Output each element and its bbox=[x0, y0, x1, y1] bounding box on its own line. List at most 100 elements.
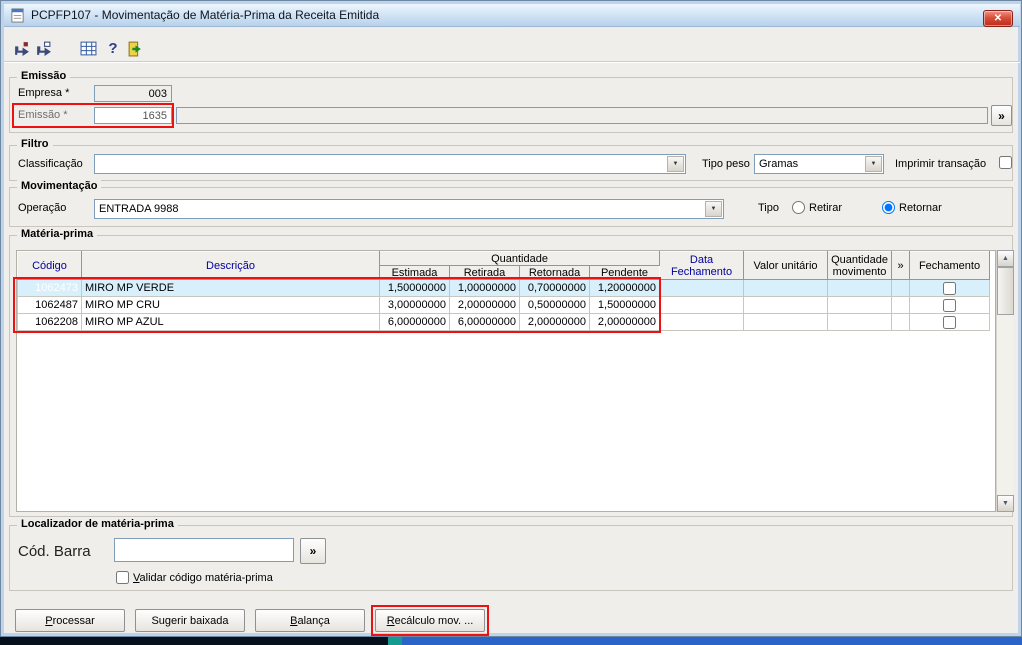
cell-codigo[interactable]: 1062208 bbox=[17, 313, 82, 331]
cell-valor-unitario[interactable] bbox=[743, 313, 829, 331]
cell-quantidade-movimento[interactable] bbox=[827, 296, 893, 314]
cell-codigo[interactable]: 1062473 bbox=[17, 279, 82, 297]
cell-quantidade-movimento[interactable] bbox=[827, 279, 893, 297]
cell-retornada[interactable]: 0,70000000 bbox=[519, 279, 590, 297]
scroll-down-icon[interactable]: ▼ bbox=[997, 495, 1014, 512]
validar-codigo-checkbox[interactable] bbox=[116, 571, 129, 584]
table-row[interactable]: 1062487 MIRO MP CRU 3,00000000 2,0000000… bbox=[17, 296, 991, 314]
cell-retirada[interactable]: 1,00000000 bbox=[449, 279, 520, 297]
operacao-value: ENTRADA 9988 bbox=[99, 203, 179, 215]
cell-retornada[interactable]: 0,50000000 bbox=[519, 296, 590, 314]
table-row[interactable]: 1062208 MIRO MP AZUL 6,00000000 6,000000… bbox=[17, 313, 991, 331]
window-icon[interactable] bbox=[10, 7, 25, 23]
exit-icon[interactable] bbox=[124, 37, 146, 59]
cell-valor-unitario[interactable] bbox=[743, 296, 829, 314]
grid-vertical-scrollbar[interactable]: ▲ ▼ bbox=[996, 250, 1014, 512]
grid-icon[interactable] bbox=[77, 37, 99, 59]
col-data-fechamento[interactable]: Data Fechamento bbox=[659, 251, 745, 280]
col-group-quantidade: Quantidade bbox=[378, 251, 661, 266]
empresa-label: Empresa * bbox=[18, 87, 70, 99]
cell-data-fechamento[interactable] bbox=[659, 313, 745, 331]
operacao-label: Operação bbox=[18, 202, 67, 214]
group-movimentacao-legend: Movimentação bbox=[17, 180, 102, 192]
radio-retirar[interactable] bbox=[792, 201, 805, 214]
validar-codigo-label[interactable]: Validar código matéria-prima bbox=[133, 572, 273, 584]
cell-pendente[interactable]: 2,00000000 bbox=[588, 313, 661, 331]
imprimir-transacao-checkbox[interactable] bbox=[999, 156, 1012, 169]
fechamento-checkbox[interactable] bbox=[943, 281, 957, 295]
tipo-peso-combobox[interactable]: Gramas ▼ bbox=[754, 154, 884, 174]
cell-retornada[interactable]: 2,00000000 bbox=[519, 313, 590, 331]
confirm-icon[interactable] bbox=[10, 37, 32, 59]
help-icon[interactable]: ? bbox=[102, 37, 124, 59]
sugerir-baixada-button[interactable]: Sugerir baixada bbox=[135, 609, 245, 632]
scrollbar-thumb[interactable] bbox=[997, 267, 1014, 315]
cell-descricao[interactable]: MIRO MP VERDE bbox=[81, 279, 380, 297]
table-row[interactable]: 1062473 MIRO MP VERDE 1,50000000 1,00000… bbox=[17, 279, 991, 297]
cell-expand[interactable] bbox=[891, 279, 911, 297]
group-movimentacao: Movimentação Operação ENTRADA 9988 ▼ Tip… bbox=[9, 180, 1013, 227]
col-codigo[interactable]: Código bbox=[17, 251, 82, 280]
emissao-descricao-field[interactable] bbox=[176, 107, 988, 124]
cell-data-fechamento[interactable] bbox=[659, 296, 745, 314]
col-expand[interactable]: » bbox=[891, 251, 911, 280]
window-title: PCPFP107 - Movimentação de Matéria-Prima… bbox=[31, 8, 380, 22]
group-materia-prima-legend: Matéria-prima bbox=[17, 228, 98, 240]
cod-barra-lookup-button[interactable]: » bbox=[300, 538, 326, 564]
close-button[interactable]: ✕ bbox=[983, 10, 1013, 27]
chevron-down-icon[interactable]: ▼ bbox=[865, 156, 882, 172]
tipo-peso-value: Gramas bbox=[759, 158, 799, 170]
cell-valor-unitario[interactable] bbox=[743, 279, 829, 297]
operacao-combobox[interactable]: ENTRADA 9988 ▼ bbox=[94, 199, 724, 219]
radio-retirar-label[interactable]: Retirar bbox=[809, 202, 842, 214]
cell-pendente[interactable]: 1,50000000 bbox=[588, 296, 661, 314]
dialog-window: PCPFP107 - Movimentação de Matéria-Prima… bbox=[0, 0, 1022, 637]
imprimir-transacao-label: Imprimir transação bbox=[895, 158, 987, 170]
cell-estimada[interactable]: 1,50000000 bbox=[379, 279, 450, 297]
cell-expand[interactable] bbox=[891, 296, 911, 314]
cell-retirada[interactable]: 6,00000000 bbox=[449, 313, 520, 331]
cell-pendente[interactable]: 1,20000000 bbox=[588, 279, 661, 297]
cell-descricao[interactable]: MIRO MP CRU bbox=[81, 296, 380, 314]
fechamento-checkbox[interactable] bbox=[943, 298, 957, 312]
col-quantidade-movimento[interactable]: Quantidade movimento bbox=[827, 251, 893, 280]
recalculo-button[interactable]: Recálculo mov. ... bbox=[375, 609, 485, 632]
processar-button[interactable]: Processar bbox=[15, 609, 125, 632]
cell-estimada[interactable]: 6,00000000 bbox=[379, 313, 450, 331]
cell-quantidade-movimento[interactable] bbox=[827, 313, 893, 331]
fechamento-checkbox[interactable] bbox=[943, 315, 957, 329]
cell-codigo[interactable]: 1062487 bbox=[17, 296, 82, 314]
confirm-exit-icon[interactable] bbox=[32, 37, 54, 59]
cell-retirada[interactable]: 2,00000000 bbox=[449, 296, 520, 314]
taskbar bbox=[0, 636, 1022, 645]
group-emissao-legend: Emissão bbox=[17, 70, 71, 82]
col-estimada[interactable]: Estimada bbox=[379, 265, 450, 280]
group-filtro: Filtro Classificação ▼ Tipo peso Gramas … bbox=[9, 138, 1013, 181]
col-retirada[interactable]: Retirada bbox=[449, 265, 520, 280]
cell-fechamento bbox=[909, 279, 991, 297]
radio-retornar[interactable] bbox=[882, 201, 895, 214]
col-fechamento[interactable]: Fechamento bbox=[909, 251, 991, 280]
cell-expand[interactable] bbox=[891, 313, 911, 331]
col-valor-unitario[interactable]: Valor unitário bbox=[743, 251, 829, 280]
col-retornada[interactable]: Retornada bbox=[519, 265, 590, 280]
chevron-down-icon[interactable]: ▼ bbox=[705, 201, 722, 217]
scroll-up-icon[interactable]: ▲ bbox=[997, 250, 1014, 267]
cell-descricao[interactable]: MIRO MP AZUL bbox=[81, 313, 380, 331]
screen: PCPFP107 - Movimentação de Matéria-Prima… bbox=[0, 0, 1022, 645]
taskbar-segment bbox=[402, 636, 1022, 645]
cell-estimada[interactable]: 3,00000000 bbox=[379, 296, 450, 314]
cell-data-fechamento[interactable] bbox=[659, 279, 745, 297]
emissao-label: Emissão * bbox=[18, 109, 68, 121]
titlebar[interactable]: PCPFP107 - Movimentação de Matéria-Prima… bbox=[4, 4, 1020, 27]
chevron-down-icon[interactable]: ▼ bbox=[667, 156, 684, 172]
col-pendente[interactable]: Pendente bbox=[588, 265, 661, 280]
col-descricao[interactable]: Descrição bbox=[81, 251, 380, 280]
balanca-button[interactable]: Balança bbox=[255, 609, 365, 632]
emissao-field[interactable]: 1635 bbox=[94, 107, 172, 124]
classificacao-combobox[interactable]: ▼ bbox=[94, 154, 686, 174]
radio-retornar-label[interactable]: Retornar bbox=[899, 202, 942, 214]
empresa-field[interactable]: 003 bbox=[94, 85, 172, 102]
cod-barra-input[interactable] bbox=[114, 538, 294, 562]
emissao-lookup-button[interactable]: » bbox=[991, 105, 1012, 126]
